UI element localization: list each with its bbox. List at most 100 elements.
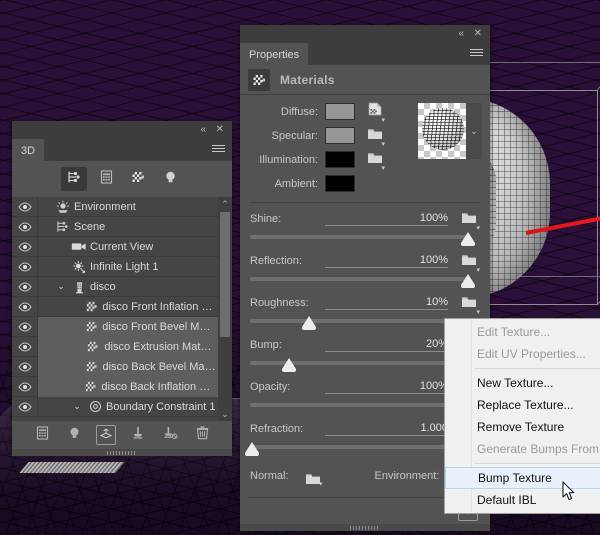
property-value-field[interactable]: 10% xyxy=(325,296,448,310)
close-icon[interactable]: ✕ xyxy=(474,28,482,40)
preview-dropdown-caret-icon[interactable]: ⌄ xyxy=(466,103,482,159)
chevron-down-icon[interactable]: ▾ xyxy=(381,164,385,172)
toggle-ground-plane-button[interactable] xyxy=(96,425,116,445)
slider-knob[interactable] xyxy=(302,316,316,327)
property-value-field[interactable]: 20% xyxy=(325,338,448,352)
channel-folder-button[interactable]: ▾ xyxy=(458,210,480,229)
chevron-down-icon[interactable]: ▾ xyxy=(381,140,385,148)
add-light-button[interactable] xyxy=(64,425,84,445)
visibility-eye-icon[interactable] xyxy=(12,397,38,417)
visibility-eye-icon[interactable] xyxy=(12,197,38,217)
scroll-down-arrow-icon[interactable]: ⌄ xyxy=(218,407,232,421)
panel-menu-icon[interactable] xyxy=(470,49,483,58)
scene-tree-row[interactable]: disco Back Inflation Mate... xyxy=(12,377,232,397)
mesh-filter-button[interactable] xyxy=(93,167,119,191)
chevron-down-icon[interactable]: ▾ xyxy=(476,266,480,274)
slider-track[interactable] xyxy=(250,319,468,323)
materials-filter-button[interactable] xyxy=(125,167,151,191)
chevron-down-icon[interactable]: ▾ xyxy=(381,116,385,124)
context-menu-item[interactable]: Remove Texture xyxy=(445,416,600,438)
texture-context-menu[interactable]: Edit Texture...Edit UV Properties...New … xyxy=(444,318,600,514)
context-menu-item[interactable]: Default IBL xyxy=(445,489,600,511)
3d-panel-resize-grip[interactable] xyxy=(12,449,232,456)
properties-resize-grip[interactable] xyxy=(240,524,490,531)
channel-texture-button[interactable]: ▾ xyxy=(365,103,385,121)
scene-tree-row[interactable]: ⌄Boundary Constraint 1 xyxy=(12,397,232,417)
channel-folder-button[interactable]: ▾ xyxy=(458,294,480,313)
scene-tree-row-body[interactable]: ⌄Boundary Constraint 1 xyxy=(38,397,232,417)
scene-tree-scrollbar[interactable]: ⌃ ⌄ xyxy=(218,197,232,421)
visibility-eye-icon[interactable] xyxy=(12,357,38,377)
color-swatch[interactable] xyxy=(325,127,355,144)
scene-tree-row-body[interactable]: disco Back Bevel Material xyxy=(38,357,232,377)
chevron-down-icon[interactable]: ▾ xyxy=(476,308,480,316)
scene-tree-row[interactable]: Infinite Light 1 xyxy=(12,257,232,277)
scene-tree-row[interactable]: Current View xyxy=(12,237,232,257)
scene-filter-button[interactable] xyxy=(61,167,87,191)
normal-folder-button[interactable]: ▾ xyxy=(303,467,323,485)
chevron-down-icon[interactable]: ▾ xyxy=(476,224,480,232)
scene-tree-row-body[interactable]: disco Back Inflation Mate... xyxy=(38,377,232,397)
chevron-down-icon[interactable]: ▾ xyxy=(319,480,323,488)
slider-knob[interactable] xyxy=(461,232,475,243)
tab-3d[interactable]: 3D xyxy=(12,139,44,161)
slider-knob[interactable] xyxy=(461,274,475,285)
material-preview-thumbnail[interactable] xyxy=(418,103,466,159)
lights-filter-button[interactable] xyxy=(157,167,183,191)
visibility-eye-icon[interactable] xyxy=(12,297,38,317)
property-slider-track-area[interactable] xyxy=(250,357,468,373)
property-value-field[interactable]: 100% xyxy=(325,254,448,268)
scroll-up-arrow-icon[interactable]: ⌃ xyxy=(218,197,232,211)
scene-tree-row-body[interactable]: ⌄disco xyxy=(38,277,232,297)
scene-tree-row[interactable]: disco Front Bevel Material xyxy=(12,317,232,337)
visibility-eye-icon[interactable] xyxy=(12,337,38,357)
color-swatch[interactable] xyxy=(325,175,355,192)
3d-panel[interactable]: « ✕ 3D xyxy=(12,121,232,451)
close-icon[interactable]: ✕ xyxy=(216,124,224,136)
tab-properties[interactable]: Properties xyxy=(240,43,308,65)
scene-tree-row-body[interactable]: Infinite Light 1 xyxy=(38,257,232,277)
scene-tree-row[interactable]: disco Front Inflation Mat... xyxy=(12,297,232,317)
scene-tree-row-body[interactable]: disco Extrusion Material xyxy=(38,337,232,357)
scene-tree-row-body[interactable]: Environment xyxy=(38,197,232,217)
context-menu-item[interactable]: Replace Texture... xyxy=(445,394,600,416)
panel-menu-icon[interactable] xyxy=(212,145,225,154)
property-slider-track-area[interactable] xyxy=(250,273,468,289)
material-preview[interactable]: ⌄ xyxy=(418,103,482,159)
visibility-eye-icon[interactable] xyxy=(12,377,38,397)
add-mesh-button[interactable] xyxy=(32,425,52,445)
scene-tree-row[interactable]: Environment xyxy=(12,197,232,217)
collapse-icon[interactable]: « xyxy=(200,124,206,136)
remove-constraint-button[interactable] xyxy=(160,425,180,445)
scene-tree-row[interactable]: disco Back Bevel Material xyxy=(12,357,232,377)
property-slider-track-area[interactable] xyxy=(250,315,468,331)
disclosure-caret-icon[interactable]: ⌄ xyxy=(70,401,84,412)
add-constraint-button[interactable] xyxy=(128,425,148,445)
slider-knob[interactable] xyxy=(282,358,296,369)
context-menu-item[interactable]: Bump Texture xyxy=(445,467,600,489)
collapse-icon[interactable]: « xyxy=(458,28,464,40)
property-value-field[interactable]: 100% xyxy=(325,380,448,394)
visibility-eye-icon[interactable] xyxy=(12,217,38,237)
property-slider-track-area[interactable] xyxy=(250,231,468,247)
context-menu-item[interactable]: New Texture... xyxy=(445,372,600,394)
scene-tree-row-body[interactable]: disco Front Inflation Mat... xyxy=(38,297,232,317)
visibility-eye-icon[interactable] xyxy=(12,237,38,257)
scene-tree-row[interactable]: Scene xyxy=(12,217,232,237)
channel-folder-button[interactable]: ▾ xyxy=(365,151,385,169)
delete-button[interactable] xyxy=(192,425,212,445)
disclosure-caret-icon[interactable]: ⌄ xyxy=(54,281,68,292)
scene-tree-row-body[interactable]: Scene xyxy=(38,217,232,237)
scene-tree-row[interactable]: disco Extrusion Material xyxy=(12,337,232,357)
slider-track[interactable] xyxy=(250,445,468,449)
property-value-field[interactable]: 1.000 xyxy=(325,422,448,436)
scene-tree-row-body[interactable]: disco Front Bevel Material xyxy=(38,317,232,337)
slider-track[interactable] xyxy=(250,235,468,239)
visibility-eye-icon[interactable] xyxy=(12,257,38,277)
slider-track[interactable] xyxy=(250,277,468,281)
property-slider-track-area[interactable] xyxy=(250,399,468,415)
visibility-eye-icon[interactable] xyxy=(12,317,38,337)
3d-scene-tree[interactable]: EnvironmentSceneCurrent ViewInfinite Lig… xyxy=(12,197,232,421)
scrollbar-thumb[interactable] xyxy=(220,212,230,337)
color-swatch[interactable] xyxy=(325,103,355,120)
